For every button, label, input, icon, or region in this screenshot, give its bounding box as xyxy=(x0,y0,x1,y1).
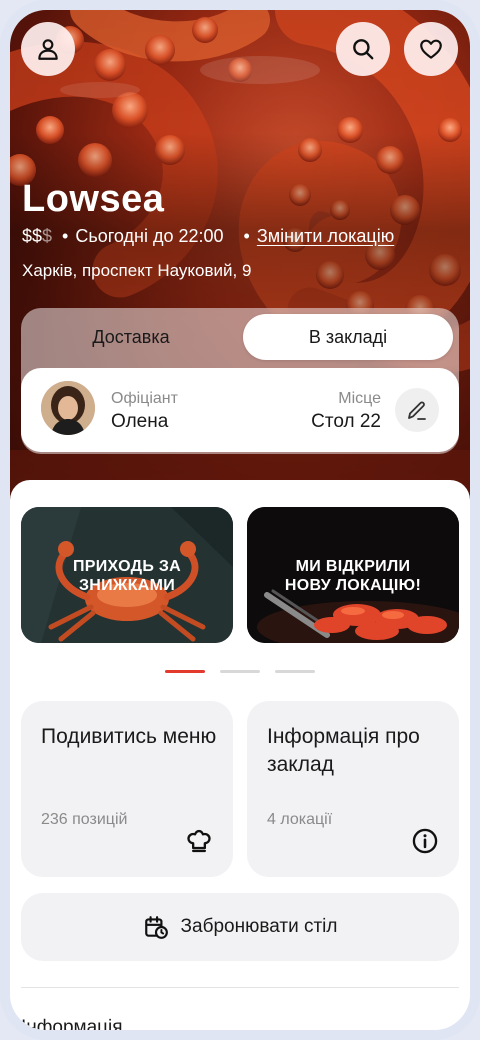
info-icon xyxy=(412,828,438,854)
opening-hours: Сьогодні до 22:00 xyxy=(75,226,224,246)
view-menu-tile[interactable]: Подивитись меню 236 позицій xyxy=(21,701,233,877)
tile-title: Інформація про заклад xyxy=(267,725,420,776)
phone-frame: Lowsea $$ $ • Сьогодні до 22:00 • Змінити… xyxy=(0,0,480,1040)
tab-delivery[interactable]: Доставка xyxy=(27,314,235,360)
section-divider xyxy=(21,987,459,988)
search-button[interactable] xyxy=(336,22,390,76)
promo-text-line2: ЗНИЖКАМИ xyxy=(78,577,176,594)
book-table-label: Забронювати стіл xyxy=(180,916,338,937)
info-section-heading: Інформація xyxy=(21,1017,123,1030)
edit-table-button[interactable] xyxy=(395,388,439,432)
separator-dot: • xyxy=(62,226,69,246)
waiter-avatar xyxy=(41,381,95,435)
venue-info-tile[interactable]: Інформація про заклад 4 локації xyxy=(247,701,459,877)
price-level-inactive: $ xyxy=(42,226,53,246)
heart-icon xyxy=(420,39,442,59)
profile-button[interactable] xyxy=(21,22,75,76)
promo-text-line1: МИ ВІДКРИЛИ xyxy=(295,558,411,575)
change-location-link[interactable]: Змінити локацію xyxy=(257,226,394,247)
promo-card-discounts[interactable]: ПРИХОДЬ ЗА ЗНИЖКАМИ xyxy=(21,507,233,643)
restaurant-name: Lowsea xyxy=(22,178,165,220)
promo-text-line1: ПРИХОДЬ ЗА xyxy=(72,558,182,575)
book-table-button[interactable]: Забронювати стіл xyxy=(21,893,459,961)
carousel-indicator-2[interactable] xyxy=(220,670,260,673)
chef-hat-icon xyxy=(187,829,211,853)
calendar-clock-icon xyxy=(144,916,168,939)
favorite-button[interactable] xyxy=(404,22,458,76)
waiter-photo xyxy=(41,381,95,435)
promo-text-line2: НОВУ ЛОКАЦІЮ! xyxy=(284,577,422,594)
user-icon xyxy=(38,39,58,60)
pencil-icon xyxy=(408,401,426,420)
tile-title: Подивитись меню xyxy=(41,725,217,748)
carousel-indicator-1[interactable] xyxy=(165,670,205,673)
carousel-indicator-3[interactable] xyxy=(275,670,315,673)
tab-in-venue[interactable]: В закладі xyxy=(243,314,453,360)
restaurant-meta: $$ $ • Сьогодні до 22:00 • Змінити локаці… xyxy=(22,226,394,247)
waiter-card: Офіціант Олена Місце Стол 22 xyxy=(21,368,459,452)
hero-image: Lowsea $$ $ • Сьогодні до 22:00 • Змінити… xyxy=(10,10,470,500)
table-label: Місце xyxy=(338,390,381,407)
order-mode-panel: Доставка В закладі Офіціант Олена Місце … xyxy=(21,308,459,454)
tile-subtitle: 4 локації xyxy=(267,811,333,828)
screen: Lowsea $$ $ • Сьогодні до 22:00 • Змінити… xyxy=(10,10,470,1030)
price-level: $$ xyxy=(22,226,43,246)
waiter-name: Олена xyxy=(111,411,169,432)
main-content: ПРИХОДЬ ЗА ЗНИЖКАМИ МИ ВІДКРИЛИ НОВУ ЛОК… xyxy=(10,480,470,1030)
search-icon xyxy=(353,39,374,60)
separator-dot: • xyxy=(243,226,250,246)
promo-card-new-location[interactable]: МИ ВІДКРИЛИ НОВУ ЛОКАЦІЮ! xyxy=(247,507,459,643)
table-value: Стол 22 xyxy=(311,411,381,432)
restaurant-address: Харків, проспект Науковий, 9 xyxy=(22,261,252,280)
tile-subtitle: 236 позицій xyxy=(41,811,128,828)
waiter-role-label: Офіціант xyxy=(111,390,178,407)
